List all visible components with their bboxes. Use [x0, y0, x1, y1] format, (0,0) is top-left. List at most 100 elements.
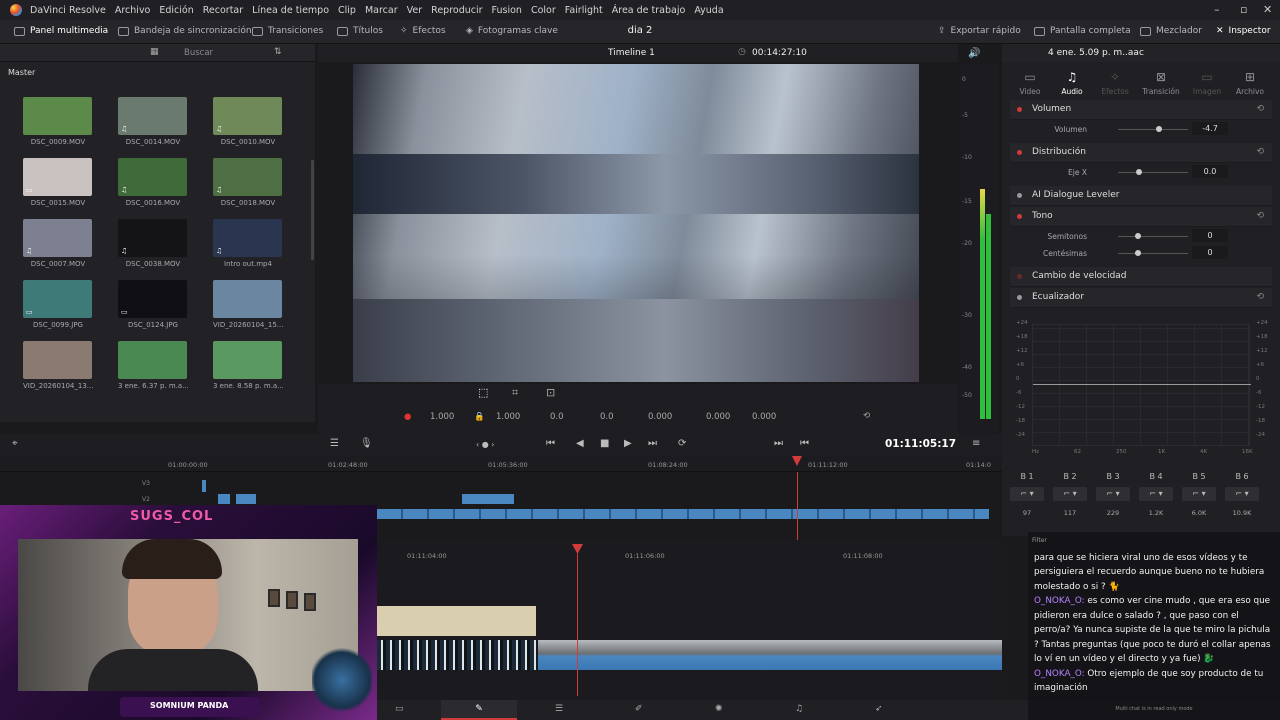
enable-dot-icon[interactable]: [1017, 274, 1022, 279]
pitch-value[interactable]: 0.000: [706, 412, 730, 422]
position-y-value[interactable]: 0.0: [600, 412, 614, 422]
clip[interactable]: [202, 480, 206, 492]
menu-playback[interactable]: Reproducir: [431, 5, 482, 16]
effects-button[interactable]: ✧ Efectos: [400, 26, 446, 36]
yaw-value[interactable]: 0.000: [752, 412, 776, 422]
menu-help[interactable]: Ayuda: [694, 5, 723, 16]
menu-view[interactable]: Ver: [407, 5, 423, 16]
volume-knob[interactable]: [1156, 126, 1162, 132]
titles-button[interactable]: Títulos: [337, 26, 383, 36]
cents-value[interactable]: 0: [1192, 246, 1228, 259]
title-clip[interactable]: [377, 606, 536, 636]
grid-view-icon[interactable]: ▦: [150, 47, 159, 57]
pitch-section[interactable]: Tono ⟲: [1010, 207, 1272, 227]
quick-export-button[interactable]: ⇪ Exportar rápido: [938, 26, 1021, 36]
playhead-marker[interactable]: [572, 544, 583, 554]
fullscreen-button[interactable]: Pantalla completa: [1034, 26, 1131, 36]
zoom-y-value[interactable]: 1.000: [496, 412, 520, 422]
media-clip[interactable]: ♫ Intro out.mp4: [213, 219, 283, 268]
band-filter-select[interactable]: ⌐ ▾: [1139, 487, 1173, 501]
zoom-x-value[interactable]: 1.000: [430, 412, 454, 422]
media-clip[interactable]: 3 ene. 8.58 p. m.a...: [213, 341, 283, 390]
loop-icon[interactable]: ⟳: [678, 438, 686, 449]
clip[interactable]: [236, 494, 256, 504]
media-clip[interactable]: ♫ DSC_0038.MOV: [118, 219, 188, 268]
media-clip[interactable]: DSC_0009.MOV: [23, 97, 93, 146]
app-name[interactable]: DaVinci Resolve: [30, 5, 106, 16]
fairlight-page-icon[interactable]: ✺: [715, 704, 723, 714]
semitones-slider[interactable]: [1118, 236, 1188, 237]
eq-section[interactable]: Ecualizador ⟲: [1010, 288, 1272, 308]
enable-dot-icon[interactable]: [1017, 150, 1022, 155]
reset-icon[interactable]: ⟲: [1256, 292, 1264, 302]
media-clip[interactable]: ♫ DSC_0018.MOV: [213, 158, 283, 207]
maximize-icon[interactable]: ▫: [1240, 3, 1247, 16]
volume-section[interactable]: Volumen ⟲: [1010, 100, 1272, 120]
pan-value[interactable]: 0.0: [1192, 165, 1228, 178]
pan-section[interactable]: Distribución ⟲: [1010, 143, 1272, 163]
media-clip[interactable]: ♫ DSC_0016.MOV: [118, 158, 188, 207]
eq-band-1[interactable]: B 1 ⌐ ▾ 97: [1010, 472, 1044, 517]
fusion-page-icon[interactable]: ☰: [555, 704, 563, 714]
step-back-icon[interactable]: ◀: [576, 438, 584, 449]
pan-knob[interactable]: [1136, 169, 1142, 175]
transform-icon[interactable]: ⬚: [478, 386, 488, 399]
cents-slider[interactable]: [1118, 253, 1188, 254]
band-frequency[interactable]: 1.2K: [1139, 509, 1173, 517]
speed-section[interactable]: Cambio de velocidad: [1010, 267, 1272, 287]
cents-knob[interactable]: [1135, 250, 1141, 256]
menu-workspace[interactable]: Área de trabajo: [612, 5, 686, 16]
media-clip[interactable]: ♫ DSC_0010.MOV: [213, 97, 283, 146]
clip[interactable]: [462, 494, 514, 504]
rotation-value[interactable]: 0.000: [648, 412, 672, 422]
settings-icon[interactable]: ☰: [330, 438, 339, 449]
band-filter-select[interactable]: ⌐ ▾: [1053, 487, 1087, 501]
tab-audio[interactable]: ♫ Audio: [1052, 70, 1092, 96]
timeline-name[interactable]: Timeline 1: [608, 48, 655, 58]
transitions-button[interactable]: Transiciones: [252, 26, 323, 36]
enable-dot-icon[interactable]: [1017, 107, 1022, 112]
deliver-page-icon[interactable]: ➶: [875, 704, 883, 714]
reset-icon[interactable]: ⟲: [863, 411, 870, 421]
tab-effects[interactable]: ✧ Efectos: [1095, 70, 1135, 96]
music-page-icon[interactable]: ♫: [795, 704, 803, 714]
stop-icon[interactable]: ■: [600, 438, 609, 449]
pan-slider[interactable]: [1118, 172, 1188, 173]
media-clip[interactable]: VID_20260104_15...: [213, 280, 283, 329]
timeline-ruler[interactable]: 01:00:00:00 01:02:48:00 01:05:36:00 01:0…: [0, 456, 1002, 472]
crop-icon[interactable]: ⌗: [512, 386, 518, 400]
dynamic-zoom-icon[interactable]: ⊡: [546, 386, 555, 399]
media-pool-button[interactable]: Panel multimedia: [14, 26, 108, 36]
eq-band-2[interactable]: B 2 ⌐ ▾ 117: [1053, 472, 1087, 517]
clip[interactable]: [218, 494, 230, 504]
band-frequency[interactable]: 117: [1053, 509, 1087, 517]
semitones-knob[interactable]: [1135, 233, 1141, 239]
sync-bin-button[interactable]: Bandeja de sincronización: [118, 26, 252, 36]
media-clip[interactable]: ▭ DSC_0124.JPG: [118, 280, 188, 329]
menu-icon[interactable]: ≡: [972, 438, 980, 449]
media-clip[interactable]: ▭ DSC_0015.MOV: [23, 158, 93, 207]
tab-transition[interactable]: ⊠ Transición: [1141, 70, 1181, 96]
position-x-value[interactable]: 0.0: [550, 412, 564, 422]
band-frequency[interactable]: 229: [1096, 509, 1130, 517]
edit-page-icon[interactable]: ✎: [441, 700, 517, 720]
video-viewer[interactable]: [353, 64, 919, 382]
media-clip[interactable]: ▭ DSC_0099.JPG: [23, 280, 93, 329]
record-dot-icon[interactable]: ●: [404, 412, 411, 422]
enable-dot-icon[interactable]: [1017, 295, 1022, 300]
close-icon[interactable]: ✕: [1263, 3, 1272, 16]
layout-icon[interactable]: ⌖: [12, 438, 18, 449]
playhead-timecode[interactable]: 01:11:05:17: [885, 438, 956, 450]
tab-image[interactable]: ▭ Imagen: [1187, 70, 1227, 96]
speaker-icon[interactable]: 🔊: [968, 48, 980, 59]
color-page-icon[interactable]: ✐: [635, 704, 643, 714]
band-frequency[interactable]: 6.0K: [1182, 509, 1216, 517]
band-filter-select[interactable]: ⌐ ▾: [1096, 487, 1130, 501]
video-track-v1[interactable]: [377, 509, 989, 519]
media-clip[interactable]: VID_20260104_13...: [23, 341, 93, 390]
volume-value[interactable]: -4.7: [1192, 122, 1228, 135]
menu-color[interactable]: Color: [531, 5, 556, 16]
go-to-start-icon[interactable]: ⏮: [546, 438, 555, 449]
reset-icon[interactable]: ⟲: [1256, 211, 1264, 221]
eq-band-4[interactable]: B 4 ⌐ ▾ 1.2K: [1139, 472, 1173, 517]
